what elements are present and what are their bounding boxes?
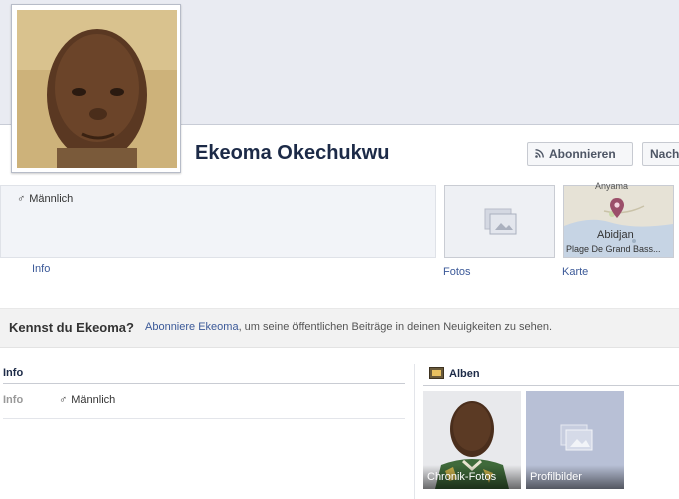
profile-name[interactable]: Ekeoma Okechukwu <box>195 142 390 165</box>
map-pin-icon <box>609 197 625 222</box>
tab-map[interactable]: Karte <box>562 266 588 278</box>
gender-text: Männlich <box>29 193 74 205</box>
map-place-bottom: Plage De Grand Bass... <box>566 244 661 254</box>
gender-row: ♂ Männlich <box>17 193 73 205</box>
male-icon: ♂ <box>59 394 68 406</box>
follow-link[interactable]: Abonniere Ekeoma <box>145 321 239 333</box>
column-divider <box>414 364 415 499</box>
info-row-gender: Männlich <box>71 394 116 406</box>
info-row-value: ♂ Männlich <box>59 394 115 406</box>
message-button-label: Nach <box>650 147 679 161</box>
message-button[interactable]: Nach <box>642 142 679 166</box>
albums-section-divider <box>423 385 679 386</box>
tab-info[interactable]: Info <box>32 263 50 275</box>
album-label: Profilbilder <box>526 465 624 489</box>
album-timeline-photos[interactable]: Chronik-Fotos <box>423 391 521 489</box>
info-section-divider <box>3 383 405 384</box>
photos-placeholder-icon <box>484 208 517 235</box>
follow-strip-title: Kennst du Ekeoma? <box>9 320 134 335</box>
albums-icon <box>429 366 444 382</box>
rss-icon <box>535 147 544 161</box>
info-row-divider <box>3 418 405 419</box>
profile-picture[interactable] <box>17 10 177 168</box>
albums-section-heading: Alben <box>449 368 480 380</box>
follow-button-label: Abonnieren <box>549 147 616 161</box>
info-section-heading: Info <box>3 367 24 379</box>
follow-strip-text: Abonniere Ekeoma, um seine öffentlichen … <box>145 321 552 333</box>
follow-button[interactable]: Abonnieren <box>527 142 633 166</box>
map-city: Abidjan <box>597 229 634 241</box>
male-icon: ♂ <box>17 193 26 205</box>
tab-photos[interactable]: Fotos <box>443 266 471 278</box>
album-label: Chronik-Fotos <box>423 465 521 489</box>
album-profile-pictures[interactable]: Profilbilder <box>526 391 624 489</box>
follow-strip-description: , um seine öffentlichen Beiträge in dein… <box>238 321 553 333</box>
map-place-top: Anyama <box>595 181 629 191</box>
info-row-label: Info <box>3 394 24 406</box>
photos-tile[interactable] <box>444 185 555 258</box>
